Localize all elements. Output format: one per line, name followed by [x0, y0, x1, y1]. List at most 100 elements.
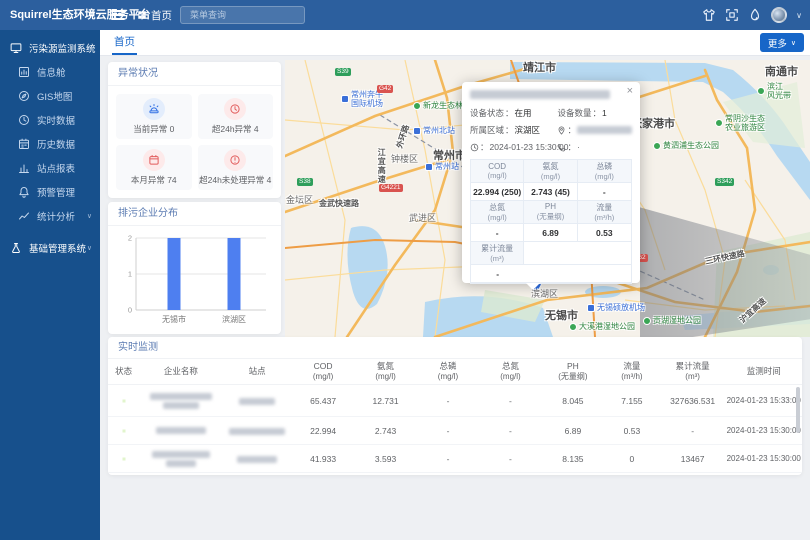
sidebar-item-gis-map[interactable]: GIS地图: [0, 84, 100, 108]
sidebar-item-label: 信息舱: [37, 65, 66, 79]
col-header-line1: COD: [292, 361, 354, 372]
sidebar-item-label: 基础管理系统: [29, 241, 86, 255]
value-cell: 3.593: [354, 454, 416, 464]
panel-abnormal-status: 异常状况 当前异常 0超24h异常 4本月异常 74超24h未处理异常 4: [108, 62, 281, 198]
flame-icon[interactable]: [748, 8, 762, 22]
col-header-line2: (m³/h): [604, 372, 660, 382]
panel-realtime-monitor: 实时监测 状态企业名称站点COD(mg/l)氨氮(mg/l)总磷(mg/l)总氮…: [108, 337, 802, 475]
sidebar-item-stat-analysis[interactable]: 统计分析∨: [0, 204, 100, 228]
col-header-6: 总氮(mg/l): [479, 361, 541, 382]
theme-icon[interactable]: [702, 8, 716, 22]
panel-abnormal-title: 异常状况: [108, 62, 281, 86]
phone-icon: [557, 143, 566, 152]
col-header-7: PH(无量纲): [542, 361, 604, 382]
sidebar-item-history-data[interactable]: 历史数据: [0, 132, 100, 156]
col-header-4: 氨氮(mg/l): [354, 361, 416, 382]
siren-icon: [143, 98, 165, 120]
col-header-3: COD(mg/l): [292, 361, 354, 382]
sidebar-item-label: 预警管理: [37, 185, 75, 199]
tab-home[interactable]: 首页: [112, 30, 137, 55]
table-row[interactable]: 65.43712.731--8.0457.155327636.5312024-0…: [108, 385, 802, 417]
metric-unit: (mg/l): [488, 213, 507, 222]
app-logo: Squirrel生态环境云服务平台: [10, 0, 151, 30]
table-row[interactable]: 22.9942.743--6.890.53-2024-01-23 15:30:0…: [108, 417, 802, 445]
sidebar-item-label: 统计分析: [37, 209, 75, 223]
user-caret-down-icon[interactable]: ∨: [796, 11, 802, 20]
sidebar-item-label: 站点报表: [37, 161, 75, 175]
panel-distribution-title: 排污企业分布: [108, 202, 281, 226]
station-cell-redacted: [222, 454, 291, 464]
stat-label-text: 超24h异常: [212, 124, 252, 134]
alert-icon: [18, 186, 30, 198]
station-cell-redacted: [222, 396, 291, 406]
sidebar-item-station-report[interactable]: 站点报表: [0, 156, 100, 180]
metric-value-总氮: -: [471, 224, 524, 242]
metric-name: 总磷: [596, 161, 612, 172]
topbar-actions: ∨: [702, 0, 802, 30]
stat-card-3[interactable]: 超24h未处理异常 4: [198, 145, 274, 190]
col-header-9: 累计流量(m³): [660, 361, 726, 382]
company-name-redacted: [156, 427, 206, 434]
device-popup: × 设备状态：在用 设备数量：1 所属区域：滨湖区 ： ：2024-01-23 …: [462, 82, 640, 283]
table-scrollbar[interactable]: [796, 387, 800, 433]
metric-header-PH: PH(无量纲): [524, 201, 577, 224]
warning-icon: [224, 149, 246, 171]
sidebar-item-base-manage-system[interactable]: 基础管理系统∨: [0, 236, 100, 260]
sidebar-item-label: 污染源监测系统: [29, 41, 96, 55]
value-cell: 7.155: [604, 396, 660, 406]
sidebar-item-realtime-data[interactable]: 实时数据: [0, 108, 100, 132]
tabbar: 首页 更多 ∨: [100, 30, 810, 56]
stat-card-0[interactable]: 当前异常 0: [116, 94, 192, 139]
metric-unit: (无量纲): [537, 211, 565, 222]
screenshot-icon[interactable]: [725, 8, 739, 22]
popup-close-icon[interactable]: ×: [627, 86, 633, 97]
col-header-line1: 站点: [222, 366, 291, 377]
company-cell-redacted: [139, 391, 222, 411]
stat-card-1[interactable]: 超24h异常 4: [198, 94, 274, 139]
sidebar-item-info-cabin[interactable]: 信息舱: [0, 60, 100, 84]
sidebar: 污染源监测系统∧ 信息舱 GIS地图实时数据历史数据站点报表预警管理统计分析∨ 基础管…: [0, 30, 100, 540]
value-cell: 8.135: [542, 454, 604, 464]
col-header-line2: (无量纲): [542, 372, 604, 382]
metric-name: PH: [545, 202, 556, 211]
metric-name: COD: [488, 162, 506, 171]
calendar-icon: [143, 149, 165, 171]
stat-value: 4: [264, 175, 271, 185]
table-row[interactable]: 41.9333.593--8.1350134672024-01-23 15:30…: [108, 445, 802, 473]
topbar: Squirrel生态环境云服务平台 首页 ∨: [0, 0, 810, 30]
menu-search[interactable]: [180, 6, 305, 24]
metric-value-流量: 0.53: [578, 224, 631, 242]
value-cell: -: [479, 396, 541, 406]
metric-name: 总氮: [489, 202, 505, 213]
panel-enterprise-distribution: 排污企业分布 012无锡市滨湖区: [108, 202, 281, 334]
metric-value-氨氮: 2.743 (45): [524, 183, 577, 201]
hamburger-menu-icon[interactable]: [111, 8, 125, 22]
bar-无锡市: [168, 238, 181, 310]
avatar[interactable]: [771, 7, 787, 23]
sidebar-item-pollution-monitor-system[interactable]: 污染源监测系统∧: [0, 36, 100, 60]
search-input[interactable]: [190, 10, 307, 20]
value-cell: 0: [604, 454, 660, 464]
bar-chart-svg: 012无锡市滨湖区: [116, 230, 273, 332]
more-caret-down-icon: ∨: [791, 39, 796, 47]
base-icon: [10, 242, 22, 254]
value-cell: -: [660, 426, 726, 436]
sidebar-item-label: GIS地图: [37, 89, 72, 103]
metric-value-PH: 6.89: [524, 224, 577, 242]
value-cell: 6.89: [542, 426, 604, 436]
map[interactable]: 靖江市南通市张家港市常州市无锡市钟楼区武进区金坛区滨湖区金武快速路三环快速路沪宜…: [285, 60, 810, 337]
monitor-icon: [10, 42, 22, 54]
metric-header-氨氮: 氨氮(mg/l): [524, 160, 577, 183]
metric-name: 累计流量: [481, 243, 513, 254]
value-cell: -: [417, 396, 479, 406]
bar-滨湖区: [228, 238, 241, 310]
sidebar-item-alarm-manage[interactable]: 预警管理: [0, 180, 100, 204]
panel-realtime-title: 实时监测: [108, 337, 802, 359]
value-cell: 2.743: [354, 426, 416, 436]
breadcrumb[interactable]: 首页: [137, 0, 172, 30]
col-header-line2: (mg/l): [354, 372, 416, 382]
stat-card-2[interactable]: 本月异常 74: [116, 145, 192, 190]
more-button[interactable]: 更多 ∨: [760, 33, 804, 52]
clockalert-icon: [224, 98, 246, 120]
col-header-8: 流量(m³/h): [604, 361, 660, 382]
